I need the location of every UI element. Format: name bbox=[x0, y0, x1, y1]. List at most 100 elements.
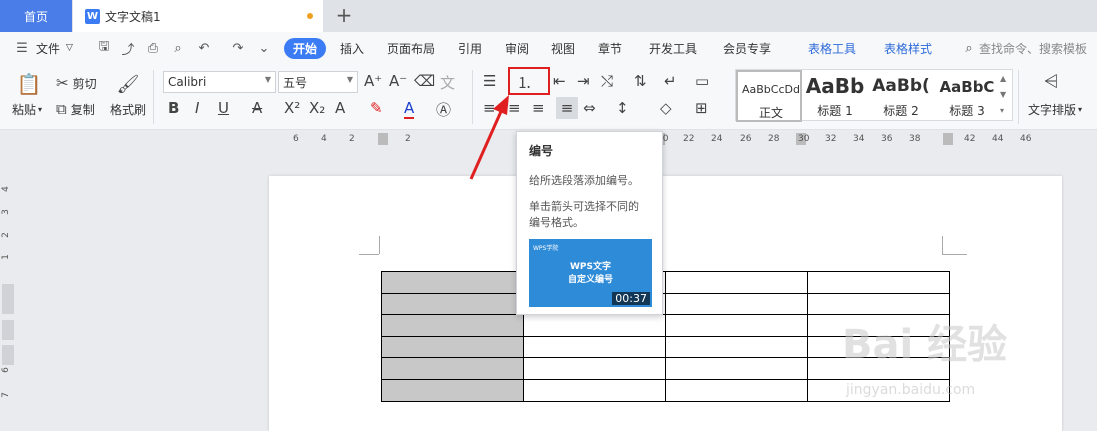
style-normal[interactable]: AaBbCcDd 正文 bbox=[736, 70, 802, 122]
more-styles-icon[interactable]: ▾ bbox=[1000, 106, 1004, 115]
table-cell[interactable] bbox=[523, 357, 666, 380]
print-icon[interactable]: ⎙ bbox=[145, 40, 161, 56]
grow-font-icon[interactable]: A⁺ bbox=[364, 72, 382, 90]
menu-review[interactable]: 审阅 bbox=[505, 40, 529, 57]
table-cell[interactable] bbox=[807, 271, 950, 294]
highlight-icon[interactable]: ✎ bbox=[370, 99, 383, 117]
tab-document[interactable]: W 文字文稿1 bbox=[73, 0, 323, 32]
char-border-icon[interactable]: Ⓐ bbox=[436, 99, 451, 120]
superscript-icon[interactable]: X² bbox=[284, 99, 300, 117]
subscript-icon[interactable]: X₂ bbox=[309, 99, 325, 117]
column-marker[interactable] bbox=[943, 133, 953, 145]
font-color-icon[interactable]: A bbox=[404, 99, 415, 119]
tab-home[interactable]: 首页 bbox=[0, 0, 72, 32]
clear-format-icon[interactable]: ⌫ bbox=[414, 72, 435, 90]
table-cell-selected[interactable] bbox=[381, 292, 524, 316]
text-layout-button[interactable]: 文字排版 ▾ bbox=[1028, 101, 1082, 118]
table-cell[interactable] bbox=[665, 292, 808, 316]
format-painter-icon[interactable]: 🖌 bbox=[116, 71, 140, 97]
increase-indent-icon[interactable]: ⇥ bbox=[577, 72, 590, 90]
show-marks-icon[interactable]: ↵ bbox=[664, 72, 677, 90]
menu-member[interactable]: 会员专享 bbox=[723, 40, 771, 57]
paste-icon[interactable]: 📋 bbox=[16, 71, 42, 97]
format-painter-button[interactable]: 格式刷 bbox=[110, 101, 146, 118]
hamburger-icon[interactable]: ☰ bbox=[14, 40, 30, 56]
video-title-line: WPS文字 bbox=[569, 262, 611, 272]
menu-page-layout[interactable]: 页面布局 bbox=[387, 40, 435, 57]
menu-table-tools[interactable]: 表格工具 bbox=[808, 40, 856, 57]
scroll-down-icon[interactable]: ▼ bbox=[1000, 90, 1006, 99]
chinese-layout-icon[interactable]: ⤭ bbox=[601, 72, 613, 90]
search-icon[interactable]: ⌕ bbox=[961, 40, 977, 56]
table-cell-selected[interactable] bbox=[381, 335, 524, 359]
chevron-down-icon[interactable]: ▽ bbox=[66, 43, 73, 53]
menu-insert[interactable]: 插入 bbox=[340, 40, 364, 57]
sort-icon[interactable]: ⇅ bbox=[634, 72, 647, 90]
border-icon[interactable]: ⊞ bbox=[695, 99, 708, 117]
table-cell[interactable] bbox=[523, 314, 666, 337]
new-tab-button[interactable]: + bbox=[333, 3, 355, 27]
table-cell[interactable] bbox=[665, 271, 808, 294]
cut-button[interactable]: ✂ 剪切 bbox=[56, 74, 97, 92]
shrink-font-icon[interactable]: A⁻ bbox=[389, 72, 407, 90]
table-cell-selected[interactable] bbox=[381, 357, 524, 380]
table-cell[interactable] bbox=[665, 357, 808, 380]
phonetic-guide-icon[interactable]: 文 bbox=[440, 72, 455, 93]
font-size-select[interactable]: 五号 ▼ bbox=[278, 71, 358, 93]
menu-references[interactable]: 引用 bbox=[458, 40, 482, 57]
ruler-tick: 7 bbox=[0, 392, 11, 398]
vertical-ruler[interactable]: 4 3 2 1 6 7 bbox=[0, 150, 16, 431]
justify-icon[interactable]: ≡ bbox=[556, 97, 578, 119]
export-icon[interactable]: ⤴ bbox=[120, 40, 136, 58]
menu-section[interactable]: 章节 bbox=[598, 40, 622, 57]
paste-button[interactable]: 粘贴 ▾ bbox=[12, 101, 42, 118]
table-cell-selected[interactable] bbox=[381, 271, 524, 294]
style-heading-3[interactable]: AaBbC 标题 3 bbox=[934, 70, 1000, 122]
italic-icon[interactable]: I bbox=[195, 99, 199, 117]
menu-home[interactable]: 开始 bbox=[284, 38, 326, 59]
indent-marker[interactable] bbox=[378, 133, 388, 145]
text-effect-icon[interactable]: A bbox=[335, 99, 345, 117]
scroll-up-icon[interactable]: ▲ bbox=[1000, 74, 1006, 83]
copy-button[interactable]: ⧉ 复制 bbox=[56, 100, 95, 118]
line-spacing-icon[interactable]: ↕ bbox=[616, 99, 629, 117]
table-cell[interactable] bbox=[665, 314, 808, 337]
text-layout-icon[interactable]: ⩤ bbox=[1044, 71, 1058, 92]
table-cell-selected[interactable] bbox=[381, 378, 524, 402]
underline-icon[interactable]: U bbox=[218, 99, 229, 117]
style-name: 标题 1 bbox=[817, 104, 853, 118]
menu-view[interactable]: 视图 bbox=[551, 40, 575, 57]
tab-stop-icon[interactable]: ▭ bbox=[695, 72, 709, 90]
customize-toolbar-icon[interactable]: ⌄ bbox=[256, 40, 272, 56]
copy-icon: ⧉ bbox=[56, 100, 67, 118]
shading-icon[interactable]: ◇ bbox=[660, 99, 672, 117]
strikethrough-icon[interactable]: A bbox=[252, 99, 262, 117]
distribute-icon[interactable]: ⇔ bbox=[583, 99, 596, 117]
table-cell-selected[interactable] bbox=[381, 314, 524, 337]
ruler-tick: 2 bbox=[349, 134, 355, 144]
save-icon[interactable]: 🖫 bbox=[96, 39, 112, 56]
style-heading-1[interactable]: AaBb 标题 1 bbox=[802, 70, 868, 122]
table-cell[interactable] bbox=[523, 335, 666, 359]
print-preview-icon[interactable]: ⌕ bbox=[170, 40, 186, 56]
style-heading-2[interactable]: AaBb( 标题 2 bbox=[868, 70, 934, 122]
command-search-input[interactable]: 查找命令、搜索模板 bbox=[979, 40, 1087, 57]
align-right-icon[interactable]: ≡ bbox=[532, 99, 545, 117]
tooltip-description: 给所选段落添加编号。 bbox=[529, 174, 639, 187]
menu-table-style[interactable]: 表格样式 bbox=[884, 40, 932, 57]
decrease-indent-icon[interactable]: ⇤ bbox=[553, 72, 566, 90]
redo-icon[interactable]: ↷ bbox=[230, 40, 246, 56]
tutorial-video-thumbnail[interactable]: WPS学院 WPS文字 自定义编号 00:37 bbox=[529, 239, 652, 307]
undo-icon[interactable]: ↶ bbox=[196, 40, 212, 56]
menu-file[interactable]: 文件 bbox=[36, 40, 60, 57]
style-name: 标题 2 bbox=[883, 104, 919, 118]
bullets-icon[interactable]: ☰ bbox=[483, 72, 496, 90]
ruler-tick: 42 bbox=[964, 134, 976, 144]
table-cell[interactable] bbox=[665, 335, 808, 359]
table-cell[interactable] bbox=[523, 378, 666, 402]
ruler-tick: 34 bbox=[853, 134, 865, 144]
font-name-select[interactable]: Calibri ▼ bbox=[163, 71, 276, 93]
table-cell[interactable] bbox=[665, 378, 808, 402]
menu-developer[interactable]: 开发工具 bbox=[649, 40, 697, 57]
bold-icon[interactable]: B bbox=[168, 99, 179, 117]
